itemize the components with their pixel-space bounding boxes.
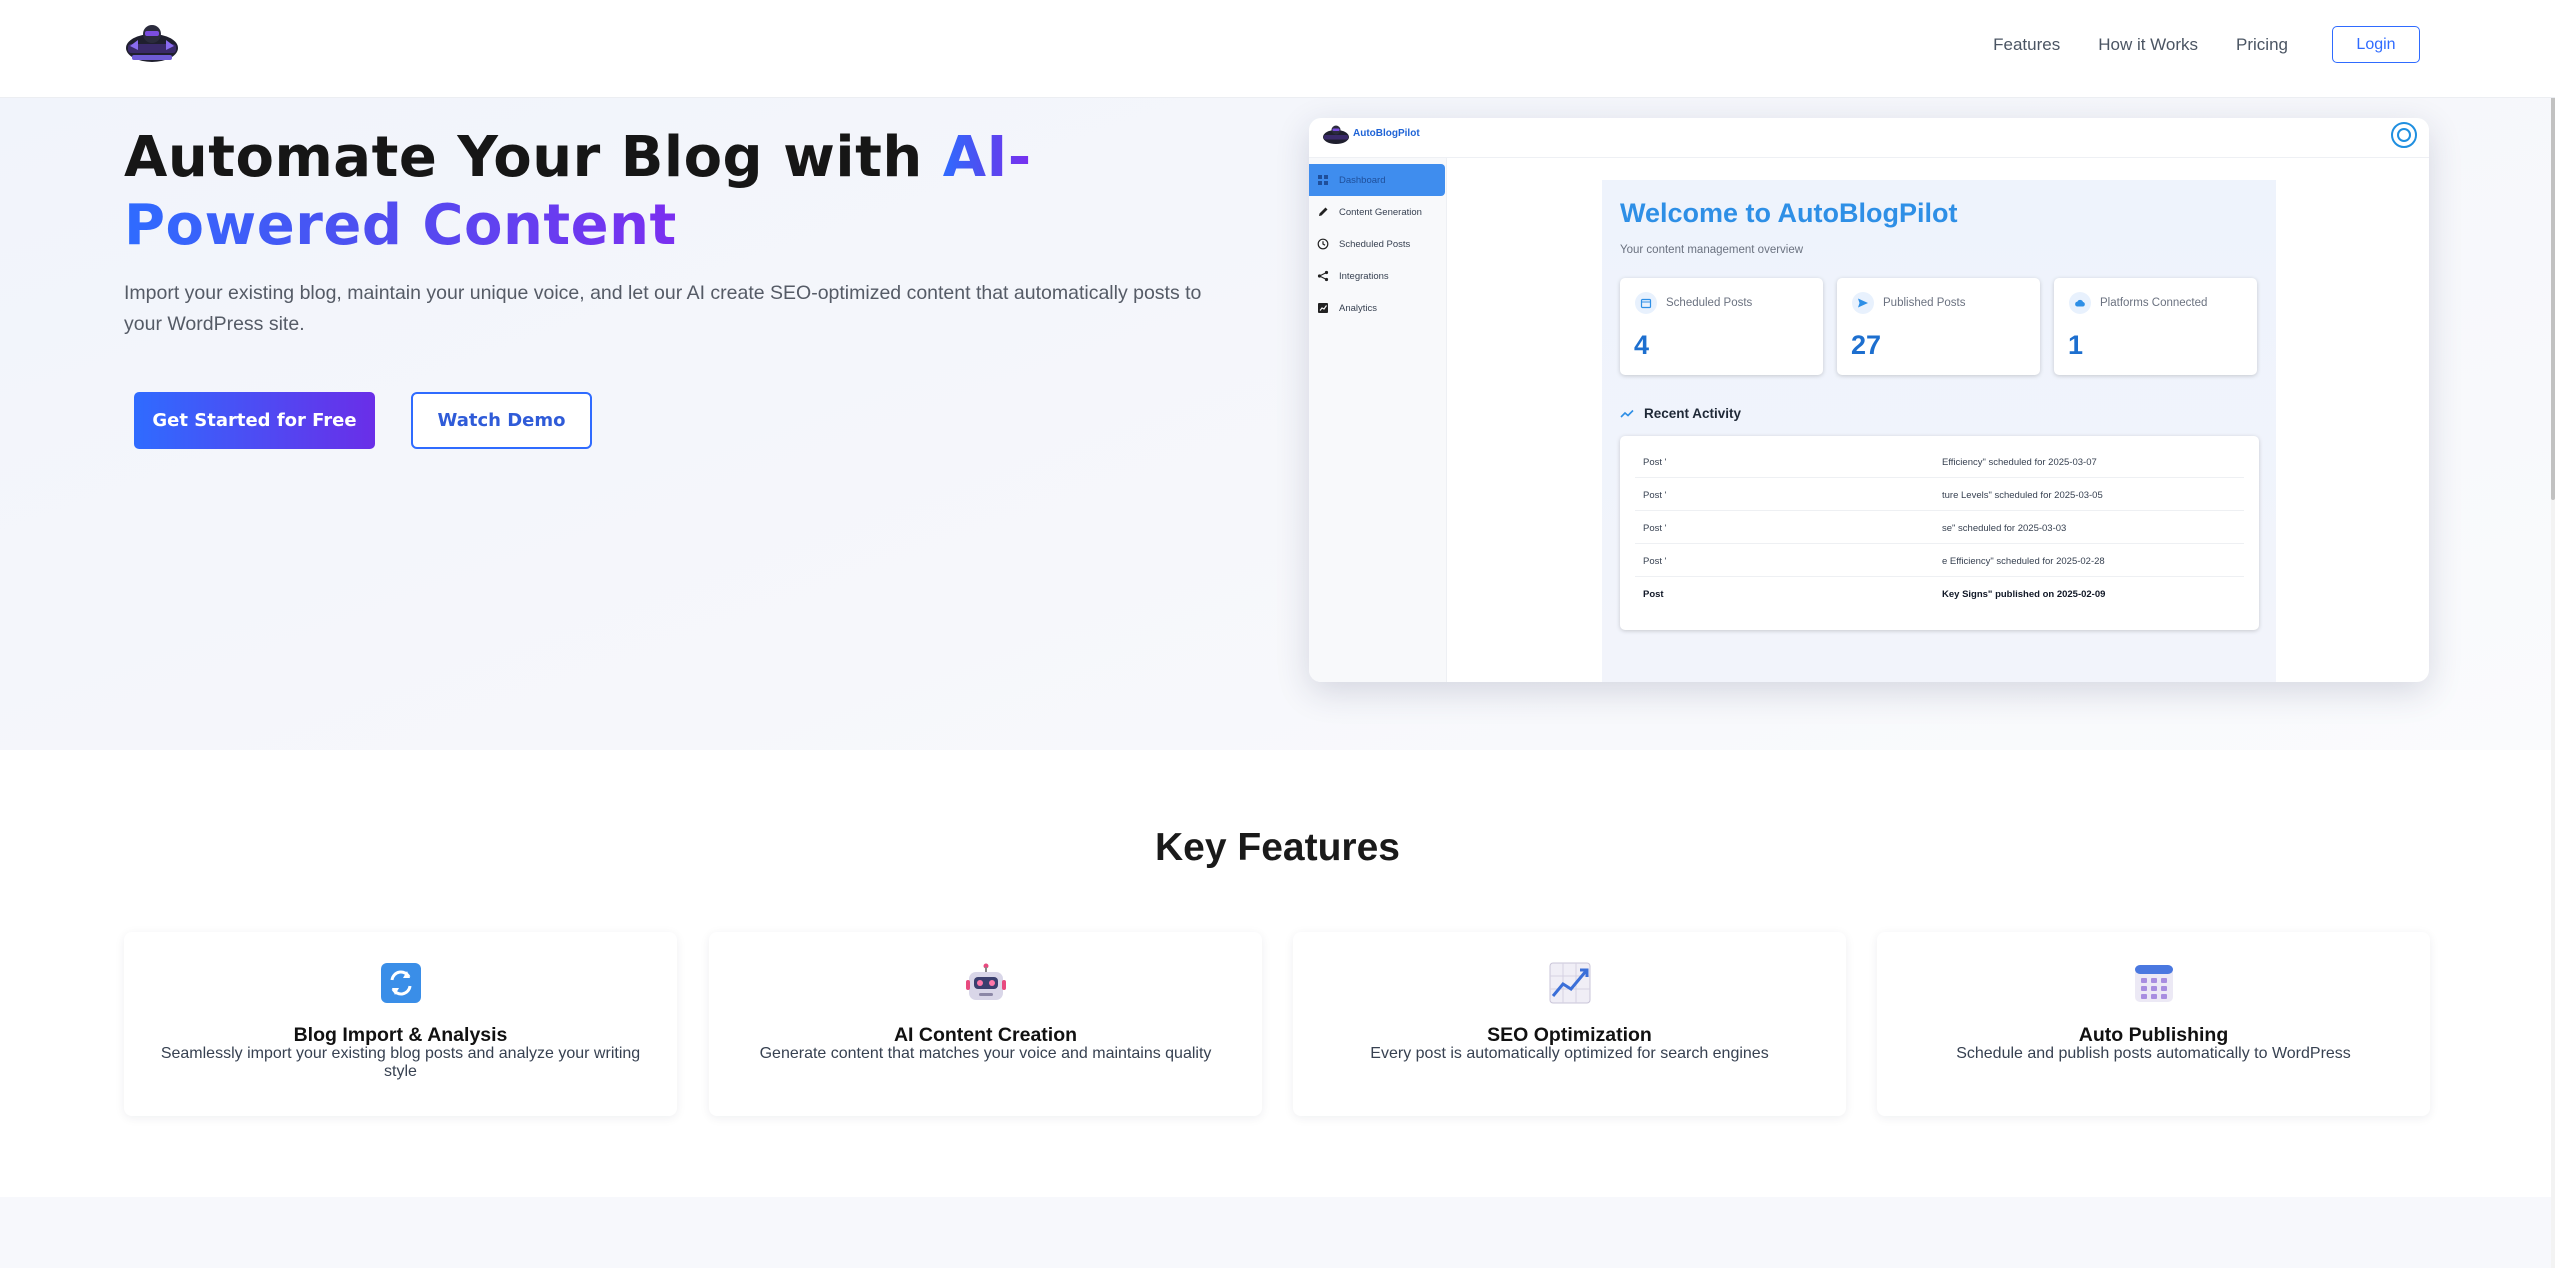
top-nav: Features How it Works Pricing Login bbox=[0, 0, 2555, 98]
nav-link-features[interactable]: Features bbox=[1993, 35, 2060, 55]
recent-activity-list: Post ' Efficiency" scheduled for 2025-03… bbox=[1620, 436, 2259, 630]
activity-prefix: Post ' bbox=[1643, 556, 1667, 567]
stat-label: Scheduled Posts bbox=[1666, 297, 1753, 309]
hero-title-accent-a: AI- bbox=[942, 125, 1032, 190]
refresh-icon bbox=[381, 963, 421, 1003]
sidebar-item-label: Scheduled Posts bbox=[1339, 238, 1411, 250]
sidebar-item-integrations[interactable]: Integrations bbox=[1309, 260, 1446, 292]
hero-subtitle: Import your existing blog, maintain your… bbox=[124, 282, 1202, 335]
preview-logo bbox=[1322, 123, 1350, 147]
preview-topbar: AutoBlogPilot bbox=[1309, 118, 2429, 158]
stat-value: 27 bbox=[1851, 330, 1882, 360]
sidebar-item-content-generation[interactable]: Content Generation bbox=[1309, 196, 1446, 228]
hero-title-accent-b: Powered Content bbox=[124, 193, 677, 258]
activity-item[interactable]: Post ' ture Levels" scheduled for 2025-0… bbox=[1635, 478, 2244, 511]
page-scrollbar[interactable] bbox=[2551, 0, 2555, 1268]
preview-sidebar: Dashboard Content Generation Scheduled P… bbox=[1309, 158, 1447, 682]
watch-demo-button[interactable]: Watch Demo bbox=[411, 392, 592, 449]
activity-text: Key Signs" published on 2025-02-09 bbox=[1942, 589, 2106, 600]
welcome-heading: Welcome to AutoBlogPilot bbox=[1620, 198, 1958, 228]
sidebar-item-label: Analytics bbox=[1339, 302, 1378, 314]
activity-item[interactable]: Post ' e Efficiency" scheduled for 2025-… bbox=[1635, 544, 2244, 577]
activity-prefix: Post ' bbox=[1643, 457, 1667, 468]
activity-item[interactable]: Post ' se" scheduled for 2025-03-03 bbox=[1635, 511, 2244, 544]
get-started-button[interactable]: Get Started for Free bbox=[134, 392, 375, 449]
activity-text: e Efficiency" scheduled for 2025-02-28 bbox=[1942, 556, 2105, 567]
stat-card-platforms-connected: Platforms Connected 1 bbox=[2054, 278, 2257, 375]
activity-text: se" scheduled for 2025-03-03 bbox=[1942, 523, 2067, 534]
recent-activity-title: Recent Activity bbox=[1644, 406, 1742, 421]
nav-link-how-it-works[interactable]: How it Works bbox=[2098, 35, 2198, 55]
sidebar-item-analytics[interactable]: Analytics bbox=[1309, 292, 1446, 324]
trending-icon bbox=[1620, 409, 1634, 418]
feature-card-blog-import: Blog Import & Analysis Seamlessly import… bbox=[124, 932, 677, 1116]
share-icon bbox=[1317, 270, 1329, 282]
feature-description: Schedule and publish posts automatically… bbox=[1956, 1045, 2351, 1062]
login-button[interactable]: Login bbox=[2332, 26, 2420, 63]
activity-text: ture Levels" scheduled for 2025-03-05 bbox=[1942, 490, 2103, 501]
nav-links: Features How it Works Pricing Login bbox=[1993, 26, 2420, 63]
feature-card-ai-content: AI Content Creation Generate content tha… bbox=[709, 932, 1262, 1116]
feature-card-seo: SEO Optimization Every post is automatic… bbox=[1293, 932, 1846, 1116]
activity-text: Efficiency" scheduled for 2025-03-07 bbox=[1942, 457, 2097, 468]
sidebar-item-scheduled-posts[interactable]: Scheduled Posts bbox=[1309, 228, 1446, 260]
stat-card-scheduled-posts: Scheduled Posts 4 bbox=[1620, 278, 1823, 375]
activity-prefix: Post ' bbox=[1643, 523, 1667, 534]
calendar-icon bbox=[2135, 965, 2173, 1002]
recent-activity-heading: Recent Activity bbox=[1620, 406, 1741, 421]
key-features-title: Key Features bbox=[1155, 826, 1400, 869]
dashboard-preview: AutoBlogPilot Dashboard Content Generati… bbox=[1309, 118, 2429, 682]
send-icon bbox=[1852, 292, 1874, 314]
chart-icon bbox=[1318, 303, 1328, 313]
robot-icon bbox=[966, 963, 1006, 1000]
stat-value: 4 bbox=[1634, 330, 1650, 360]
cloud-icon bbox=[2069, 292, 2091, 314]
pencil-icon bbox=[1319, 207, 1328, 216]
sidebar-item-label: Content Generation bbox=[1339, 206, 1422, 218]
hero-title: Automate Your Blog with AI- Powered Conte… bbox=[124, 124, 1124, 260]
nav-link-pricing[interactable]: Pricing bbox=[2236, 35, 2288, 55]
sidebar-item-label: Dashboard bbox=[1339, 174, 1386, 186]
calendar-icon bbox=[1635, 292, 1657, 314]
activity-item[interactable]: Post ' Efficiency" scheduled for 2025-03… bbox=[1635, 445, 2244, 478]
feature-card-auto-publishing: Auto Publishing Schedule and publish pos… bbox=[1877, 932, 2430, 1116]
sidebar-item-label: Integrations bbox=[1339, 270, 1389, 282]
activity-item[interactable]: Post Key Signs" published on 2025-02-09 bbox=[1635, 577, 2244, 610]
sidebar-item-dashboard[interactable]: Dashboard bbox=[1309, 164, 1445, 196]
hero-title-part1: Automate Your Blog with bbox=[124, 125, 943, 190]
preview-brand-name: AutoBlogPilot bbox=[1353, 128, 1420, 139]
feature-description: Seamlessly import your existing blog pos… bbox=[160, 1045, 641, 1080]
stat-card-published-posts: Published Posts 27 bbox=[1837, 278, 2040, 375]
preview-main-content: Welcome to AutoBlogPilot Your content ma… bbox=[1602, 180, 2276, 682]
feature-description: Generate content that matches your voice… bbox=[759, 1045, 1212, 1062]
dashboard-icon bbox=[1318, 175, 1328, 185]
feature-title: Blog Import & Analysis bbox=[293, 1024, 508, 1046]
feature-title: Auto Publishing bbox=[2078, 1024, 2229, 1046]
stat-label: Platforms Connected bbox=[2100, 297, 2208, 309]
user-avatar-icon[interactable] bbox=[2391, 122, 2417, 148]
feature-description: Every post is automatically optimized fo… bbox=[1370, 1045, 1769, 1062]
next-section-band bbox=[0, 1197, 2555, 1268]
clock-icon bbox=[1317, 238, 1329, 250]
overview-subtitle: Your content management overview bbox=[1620, 244, 1804, 256]
feature-title: AI Content Creation bbox=[893, 1024, 1078, 1046]
trend-chart-icon bbox=[1549, 962, 1591, 1004]
stat-value: 1 bbox=[2068, 330, 2084, 360]
brand-logo[interactable] bbox=[124, 22, 180, 66]
activity-prefix: Post bbox=[1643, 589, 1664, 600]
feature-title: SEO Optimization bbox=[1487, 1024, 1652, 1046]
stat-label: Published Posts bbox=[1883, 297, 1966, 309]
activity-prefix: Post ' bbox=[1643, 490, 1667, 501]
